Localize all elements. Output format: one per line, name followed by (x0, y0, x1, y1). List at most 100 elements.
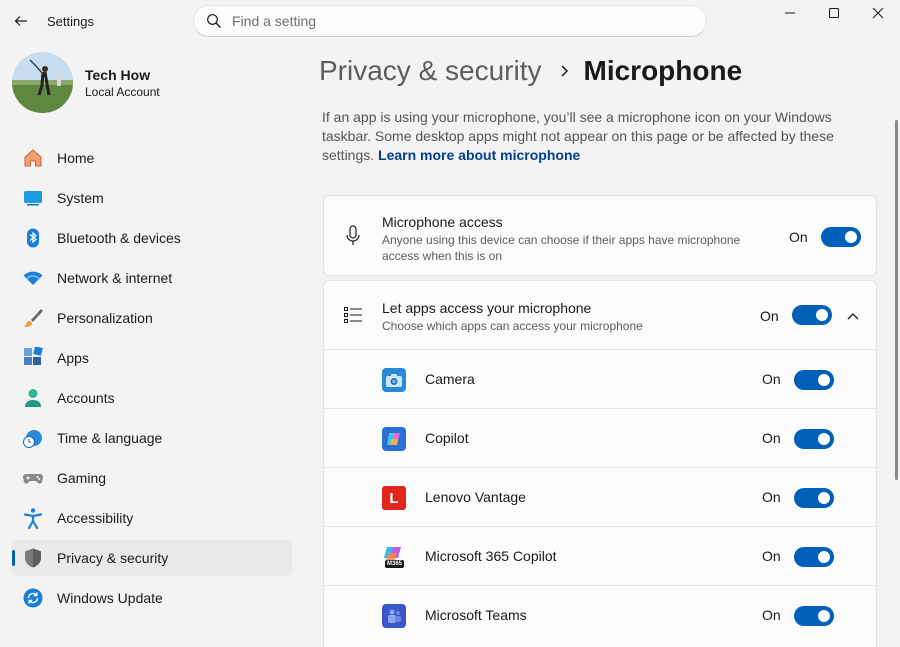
wifi-icon (22, 267, 44, 289)
microphone-access-state: On (789, 229, 808, 245)
sidebar-item-label: Bluetooth & devices (57, 230, 181, 246)
sidebar-item-windows-update[interactable]: Windows Update (12, 580, 292, 616)
sidebar-item-label: System (57, 190, 104, 206)
bluetooth-icon (22, 227, 44, 249)
icon-letter: L (389, 489, 399, 507)
sidebar-item-label: Accounts (57, 390, 115, 406)
gamepad-icon (22, 467, 44, 489)
apps-access-subtitle: Choose which apps can access your microp… (382, 319, 643, 333)
sidebar-item-label: Gaming (57, 470, 107, 486)
breadcrumb-parent[interactable]: Privacy & security (319, 55, 542, 87)
chevron-up-icon[interactable] (846, 308, 860, 326)
window-controls (768, 0, 900, 28)
profile-name: Tech How (85, 66, 151, 83)
app-state: On (762, 430, 781, 446)
app-state: On (762, 371, 781, 387)
sidebar-item-label: Network & internet (57, 270, 173, 286)
minimize-button[interactable] (768, 0, 812, 26)
app-row-copilot: Copilot On (324, 408, 876, 467)
sidebar-item-system[interactable]: System (12, 180, 292, 216)
app-title: Settings (47, 14, 94, 29)
avatar (12, 52, 73, 113)
camera-toggle[interactable] (794, 370, 834, 390)
microphone-icon (342, 225, 364, 247)
sidebar-item-apps[interactable]: Apps (12, 340, 292, 376)
sidebar-item-label: Home (57, 150, 95, 166)
sidebar-item-label: Apps (57, 350, 89, 366)
shield-icon (22, 547, 44, 569)
sidebar-item-accessibility[interactable]: Accessibility (12, 500, 292, 536)
update-icon (22, 587, 44, 609)
home-icon (22, 147, 44, 169)
sidebar-item-label: Accessibility (57, 510, 134, 526)
camera-app-icon (382, 368, 406, 392)
page-title: Microphone (583, 55, 743, 86)
breadcrumb: Privacy & security Microphone (319, 55, 742, 87)
teams-toggle[interactable] (794, 606, 834, 626)
sidebar-item-bluetooth[interactable]: Bluetooth & devices (12, 220, 292, 256)
sidebar-item-label: Windows Update (57, 590, 163, 606)
sidebar-nav: Home System Bluetooth & devices Network … (12, 140, 292, 620)
learn-more-link[interactable]: Learn more about microphone (378, 147, 580, 163)
sidebar-item-accounts[interactable]: Accounts (12, 380, 292, 416)
copilot-toggle[interactable] (794, 429, 834, 449)
brush-icon (22, 307, 44, 329)
app-name: Camera (425, 371, 475, 387)
lenovo-vantage-toggle[interactable] (794, 488, 834, 508)
sidebar-item-gaming[interactable]: Gaming (12, 460, 292, 496)
close-button[interactable] (856, 0, 900, 26)
accounts-icon (22, 387, 44, 409)
m365-copilot-app-icon: M365 (382, 545, 406, 569)
maximize-icon (829, 8, 839, 18)
microphone-access-toggle[interactable] (821, 227, 861, 247)
microphone-access-card: Microphone access Anyone using this devi… (323, 195, 877, 276)
apps-access-card: Let apps access your microphone Choose w… (323, 280, 877, 647)
search-icon (207, 14, 221, 28)
search-box[interactable] (193, 5, 707, 37)
app-state: On (762, 607, 781, 623)
app-state: On (762, 489, 781, 505)
icon-badge: M365 (387, 560, 403, 567)
back-arrow-icon (14, 16, 27, 26)
system-icon (22, 187, 44, 209)
sidebar-item-label: Privacy & security (57, 550, 169, 566)
list-icon (342, 304, 364, 326)
clock-globe-icon (22, 427, 44, 449)
apps-access-toggle[interactable] (792, 305, 832, 325)
app-name: Microsoft Teams (425, 607, 527, 623)
scrollbar[interactable] (895, 120, 898, 480)
app-name: Lenovo Vantage (425, 489, 526, 505)
app-state: On (762, 548, 781, 564)
m365-copilot-toggle[interactable] (794, 547, 834, 567)
sidebar-item-label: Time & language (57, 430, 163, 446)
lenovo-vantage-app-icon: L (382, 486, 406, 510)
app-row-microsoft-teams: Microsoft Teams On (324, 585, 876, 644)
user-profile[interactable]: Tech How Local Account (12, 52, 160, 113)
sidebar-item-time-language[interactable]: Time & language (12, 420, 292, 456)
account-type: Local Account (85, 84, 160, 99)
maximize-button[interactable] (812, 0, 856, 26)
apps-access-title: Let apps access your microphone (382, 300, 592, 316)
close-icon (872, 7, 884, 19)
sidebar-item-personalization[interactable]: Personalization (12, 300, 292, 336)
accessibility-icon (22, 507, 44, 529)
search-input[interactable] (232, 13, 672, 29)
back-button[interactable] (8, 8, 34, 34)
teams-app-icon (382, 604, 406, 628)
minimize-icon (785, 12, 795, 14)
sidebar-item-network[interactable]: Network & internet (12, 260, 292, 296)
page-description: If an app is using your microphone, you’… (322, 108, 842, 165)
app-name: Copilot (425, 430, 469, 446)
sidebar-item-home[interactable]: Home (12, 140, 292, 176)
microphone-access-title: Microphone access (382, 214, 503, 230)
sidebar-item-privacy-security[interactable]: Privacy & security (12, 540, 292, 576)
app-row-lenovo-vantage: L Lenovo Vantage On (324, 467, 876, 526)
sidebar-item-label: Personalization (57, 310, 153, 326)
copilot-app-icon (382, 427, 406, 451)
title-bar: Settings (0, 0, 900, 44)
app-row-m365-copilot: M365 Microsoft 365 Copilot On (324, 526, 876, 585)
apps-access-header[interactable]: Let apps access your microphone Choose w… (324, 281, 876, 349)
chevron-right-icon (560, 64, 570, 78)
golfer-photo (12, 52, 73, 113)
apps-icon (22, 347, 44, 369)
